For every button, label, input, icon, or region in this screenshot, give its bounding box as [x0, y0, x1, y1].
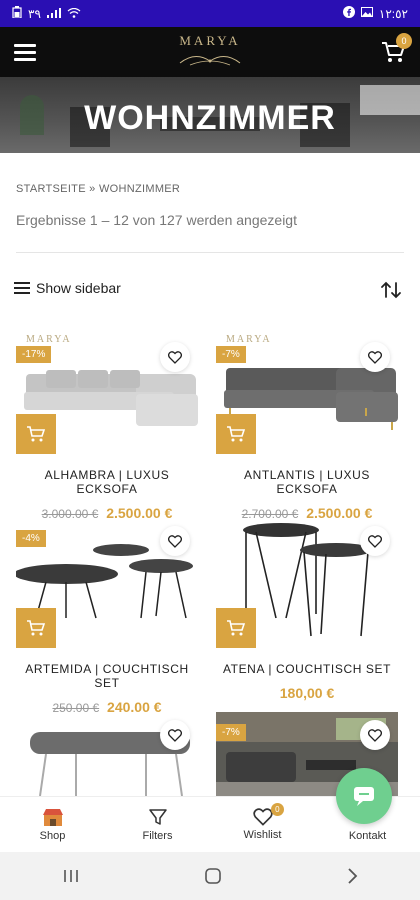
heart-icon: [252, 808, 273, 826]
show-sidebar-label: Show sidebar: [36, 280, 121, 296]
network-label: ٣٩: [28, 6, 41, 21]
back-icon[interactable]: [346, 867, 358, 885]
product-image[interactable]: [216, 518, 398, 648]
logo-text: MARYA: [179, 33, 241, 48]
product-name[interactable]: ALHAMBRA | LUXUS ECKSOFA: [16, 468, 198, 496]
heart-icon: [368, 728, 382, 742]
signal-icon: [46, 7, 61, 21]
heart-icon: [168, 350, 182, 364]
sale-badge: -7%: [216, 724, 246, 741]
nav-shop-label: Shop: [39, 830, 66, 842]
wishlist-button[interactable]: [160, 342, 190, 372]
status-time: ١٢:٥٢: [378, 6, 408, 21]
nav-kontakt-label: Kontakt: [348, 830, 387, 842]
recent-apps-icon[interactable]: [62, 868, 80, 884]
nav-wishlist[interactable]: 0 Wishlist: [210, 797, 315, 852]
nav-wishlist-label: Wishlist: [243, 829, 282, 841]
sale-badge: -17%: [16, 346, 52, 363]
result-count: Ergebnisse 1 – 12 von 127 werden angezei…: [16, 212, 297, 228]
product-price: 180,00 €: [216, 685, 398, 701]
cart-icon: [227, 620, 246, 636]
facebook-icon: [342, 6, 355, 21]
divider: [16, 252, 404, 253]
chat-button[interactable]: [336, 768, 392, 824]
product-image[interactable]: MARYA -7%: [216, 334, 398, 454]
site-logo[interactable]: MARYA: [160, 27, 260, 77]
sale-badge: -7%: [216, 346, 246, 363]
cart-icon: [27, 426, 46, 442]
watermark-logo: MARYA: [26, 334, 72, 345]
add-to-cart-button[interactable]: [216, 608, 256, 648]
product-image[interactable]: -4%: [16, 518, 198, 648]
product-image[interactable]: MARYA -17%: [16, 334, 198, 454]
wishlist-button[interactable]: [360, 720, 390, 750]
product-card[interactable]: -4% ARTEMIDA | COUCHTISCH SET 250,00 € 2…: [16, 518, 198, 715]
category-hero: WOHNZIMMER: [0, 77, 420, 153]
wishlist-count-badge: 0: [270, 803, 284, 816]
wishlist-button[interactable]: [360, 526, 390, 556]
nav-shop[interactable]: Shop: [0, 797, 105, 852]
gallery-icon: [360, 6, 373, 21]
wishlist-button[interactable]: [160, 720, 190, 750]
sort-icon[interactable]: [380, 279, 402, 301]
product-image[interactable]: [16, 712, 198, 796]
product-card[interactable]: MARYA -7% ANTLANTIS | LUXUS ECKSOFA 2.70…: [216, 334, 398, 521]
cart-button[interactable]: 0: [380, 33, 412, 65]
nav-filters-label: Filters: [142, 830, 173, 842]
product-card[interactable]: MARYA -17% ALHAMBRA | LUXUS ECKSOFA 3.00…: [16, 334, 198, 521]
battery-icon: [12, 6, 22, 21]
wifi-icon: [67, 7, 81, 21]
wishlist-button[interactable]: [360, 342, 390, 372]
filter-icon: [148, 809, 167, 825]
page-title: WOHNZIMMER: [84, 99, 336, 137]
sale-badge: -4%: [16, 530, 46, 547]
status-bar: ٣٩ ١٢:٥٢: [0, 0, 420, 27]
show-sidebar-button[interactable]: Show sidebar: [14, 280, 121, 296]
product-name[interactable]: ANTLANTIS | LUXUS ECKSOFA: [216, 468, 398, 496]
cart-icon: [27, 620, 46, 636]
nav-filters[interactable]: Filters: [105, 797, 210, 852]
cart-count-badge: 0: [396, 33, 412, 49]
shop-icon: [42, 809, 63, 826]
list-icon: [14, 282, 30, 294]
system-navigation: [0, 852, 420, 900]
chat-icon: [354, 787, 374, 806]
heart-icon: [168, 534, 182, 548]
product-name[interactable]: ATENA | COUCHTISCH SET: [216, 662, 398, 676]
cart-icon: [227, 426, 246, 442]
menu-icon[interactable]: [14, 43, 36, 61]
home-icon[interactable]: [204, 867, 222, 885]
heart-icon: [168, 728, 182, 742]
add-to-cart-button[interactable]: [216, 414, 256, 454]
wishlist-button[interactable]: [160, 526, 190, 556]
watermark-logo: MARYA: [226, 334, 272, 345]
product-card[interactable]: ATENA | COUCHTISCH SET 180,00 €: [216, 518, 398, 701]
breadcrumb[interactable]: STARTSEITE » WOHNZIMMER: [16, 183, 180, 195]
heart-icon: [368, 534, 382, 548]
logo-ornament-icon: [179, 56, 241, 66]
site-header: MARYA 0: [0, 27, 420, 77]
add-to-cart-button[interactable]: [16, 608, 56, 648]
add-to-cart-button[interactable]: [16, 414, 56, 454]
current-price: 180,00 €: [279, 685, 335, 701]
product-card[interactable]: [16, 712, 198, 796]
product-name[interactable]: ARTEMIDA | COUCHTISCH SET: [16, 662, 198, 690]
heart-icon: [368, 350, 382, 364]
